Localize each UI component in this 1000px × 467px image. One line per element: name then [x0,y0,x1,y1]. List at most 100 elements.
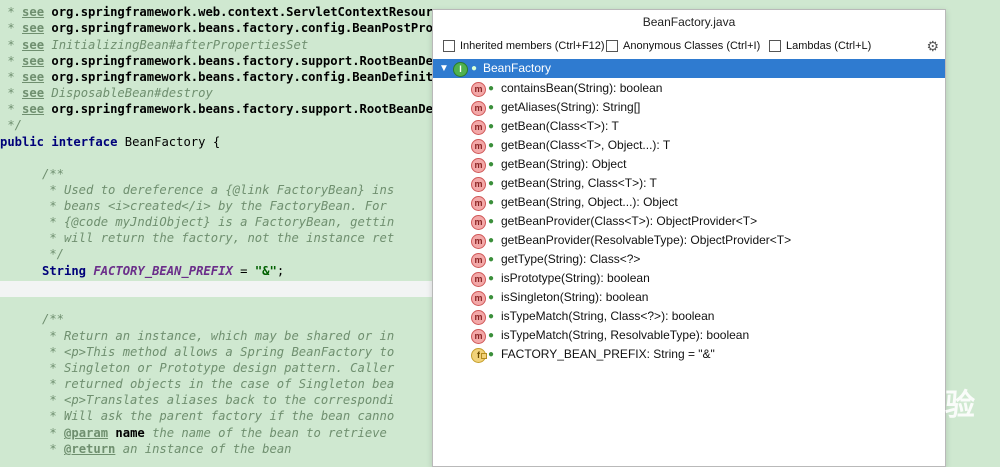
member-label: getBean(String, Class<T>): T [501,176,657,190]
watermark-brand: Bai [770,370,839,417]
method-icon: m [471,329,486,344]
code-line: * beans <i>created</i> by the FactoryBea… [42,199,387,213]
final-lock-icon [481,353,487,359]
code-line: */ [42,247,65,261]
method-icon: m [471,82,486,97]
code-line: * see org.springframework.web.context.Se… [0,5,448,19]
code-line: * see DisposableBean#destroy [0,86,213,100]
code-line: * <p>Translates aliases back to the corr… [42,393,395,407]
field-declaration: String FACTORY_BEAN_PREFIX = "&"; [42,264,285,278]
member-label: getType(String): Class<?> [501,252,641,266]
tree-root-beanfactory[interactable]: ▼ I ● BeanFactory [433,59,945,78]
lambdas-checkbox[interactable]: Lambdas (Ctrl+L) [769,39,871,53]
public-icon: ● [488,216,495,227]
tree-item-member[interactable]: m ● getAliases(String): String[] [433,98,945,117]
current-line-highlight [0,281,432,297]
checkbox-icon [769,40,781,52]
tree-item-member[interactable]: m ● getBean(String, Class<T>): T [433,174,945,193]
tree-item-member[interactable]: m ● isTypeMatch(String, Class<?>): boolean [433,307,945,326]
code-line: * see org.springframework.beans.factory.… [0,70,455,84]
tree-item-member[interactable]: m ● getType(String): Class<?> [433,250,945,269]
anonymous-classes-label: Anonymous Classes (Ctrl+I) [623,40,761,52]
watermark-cn: 经验 [915,388,975,423]
code-line: * see org.springframework.beans.factory.… [0,54,492,68]
public-icon: ● [488,140,495,151]
method-icon: m [471,101,486,116]
gear-icon[interactable]: ⚙ [926,38,939,55]
member-label: getBean(Class<T>, Object...): T [501,138,671,152]
code-line: * @return an instance of the bean [42,442,292,456]
public-icon: ● [488,121,495,132]
method-icon: m [471,215,486,230]
code-line: * will return the factory, not the insta… [42,231,395,245]
code-line: * see org.springframework.beans.factory.… [0,21,477,35]
public-icon: ● [488,330,495,341]
public-icon: ● [488,349,495,360]
code-line: * Singleton or Prototype design pattern.… [42,361,395,375]
member-label: isTypeMatch(String, Class<?>): boolean [501,309,715,323]
public-icon: ● [488,83,495,94]
member-label: getBeanProvider(ResolvableType): ObjectP… [501,233,792,247]
inherited-members-checkbox[interactable]: Inherited members (Ctrl+F12) [443,39,605,53]
member-label: getBean(String): Object [501,157,627,171]
tree-item-member[interactable]: m ● getBeanProvider(Class<T>): ObjectProvi… [433,212,945,231]
method-icon: m [471,158,486,173]
code-line: * see InitializingBean#afterPropertiesSe… [0,38,309,52]
tree-item-member[interactable]: m ● isPrototype(String): boolean [433,269,945,288]
interface-icon: I [453,62,468,77]
code-line: /** [42,167,65,181]
code-line: * Used to dereference a {@link FactoryBe… [42,183,395,197]
code-line: * Return an instance, which may be share… [42,329,395,343]
method-icon: m [471,177,486,192]
method-icon: m [471,272,486,287]
method-icon: m [471,234,486,249]
lambdas-label: Lambdas (Ctrl+L) [786,40,872,52]
tree-item-member[interactable]: m ● getBean(Class<T>, Object...): T [433,136,945,155]
inherited-members-label: Inherited members (Ctrl+F12) [460,40,605,52]
tree-root-label: BeanFactory [483,61,552,75]
tree-item-member[interactable]: m ● containsBean(String): boolean [433,79,945,98]
watermark: Bai 经验 jingyan.baidu.com [770,370,990,442]
member-label: getAliases(String): String[] [501,100,641,114]
code-line: * @param name the name of the bean to re… [42,426,387,440]
member-label: isSingleton(String): boolean [501,290,649,304]
method-icon: m [471,253,486,268]
public-icon: ● [488,235,495,246]
public-icon: ● [488,159,495,170]
tree-item-member[interactable]: m ● getBeanProvider(ResolvableType): Objec… [433,231,945,250]
method-icon: m [471,120,486,135]
public-icon: ● [488,254,495,265]
member-label: getBean(Class<T>): T [501,119,619,133]
code-line: * returned objects in the case of Single… [42,377,395,391]
tree-item-member[interactable]: m ● isSingleton(String): boolean [433,288,945,307]
tree-item-member[interactable]: m ● getBean(String): Object [433,155,945,174]
code-line: * <p>This method allows a Spring BeanFac… [42,345,395,359]
public-icon: ● [488,292,495,303]
tree-item-member[interactable]: m ● getBean(String, Object...): Object [433,193,945,212]
anonymous-classes-checkbox[interactable]: Anonymous Classes (Ctrl+I) [606,39,760,53]
interface-declaration: public interface BeanFactory { [0,135,221,149]
member-label: isPrototype(String): boolean [501,271,650,285]
member-label: isTypeMatch(String, ResolvableType): boo… [501,328,750,342]
public-icon: ● [488,311,495,322]
popup-title: BeanFactory.java [642,15,736,29]
member-label: containsBean(String): boolean [501,81,663,95]
public-icon: ● [488,273,495,284]
tree-item-member[interactable]: f ● FACTORY_BEAN_PREFIX: String = "&" [433,345,945,364]
checkbox-icon [606,40,618,52]
public-icon: ● [488,197,495,208]
chevron-down-icon[interactable]: ▼ [439,59,449,78]
public-icon: ● [488,178,495,189]
method-icon: m [471,196,486,211]
code-line: * {@code myJndiObject} is a FactoryBean,… [42,215,395,229]
member-label: FACTORY_BEAN_PREFIX: String = "&" [501,347,715,361]
tree-item-member[interactable]: m ● getBean(Class<T>): T [433,117,945,136]
tree-item-member[interactable]: m ● isTypeMatch(String, ResolvableType): b… [433,326,945,345]
method-icon: m [471,291,486,306]
code-line: */ [0,118,23,132]
method-icon: m [471,310,486,325]
watermark-url: jingyan.baidu.com [772,422,893,439]
method-icon: m [471,139,486,154]
public-icon: ● [488,102,495,113]
public-icon: ● [471,63,478,74]
